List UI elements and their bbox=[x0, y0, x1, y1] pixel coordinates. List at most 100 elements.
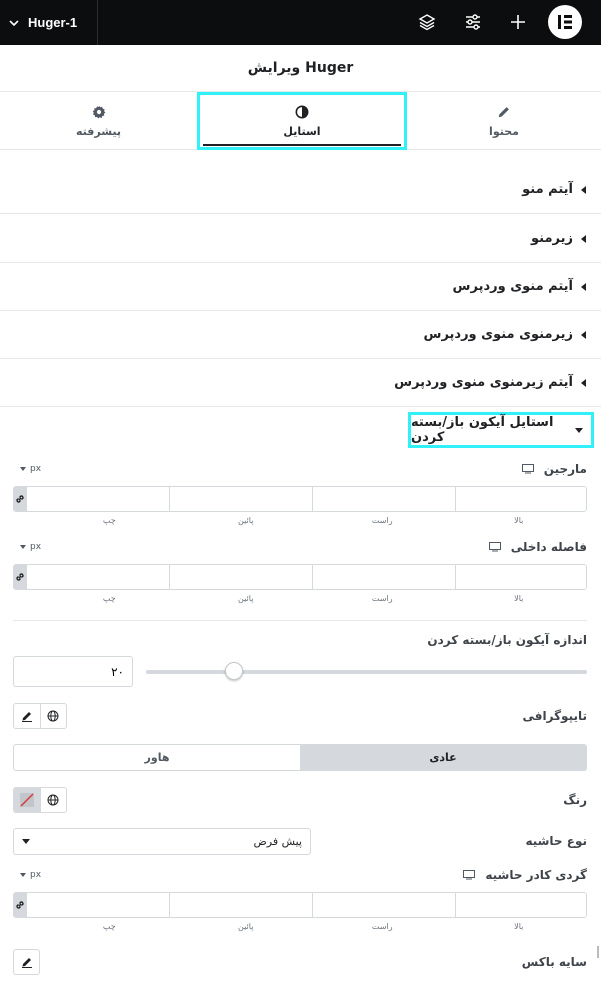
margin-label: مارجین bbox=[521, 462, 587, 476]
margin-bottom-input[interactable] bbox=[169, 487, 312, 511]
padding-top-input[interactable] bbox=[455, 565, 586, 589]
tab-content-label: محتوا bbox=[489, 124, 519, 138]
box-shadow-label-text: سایه باکس bbox=[521, 955, 587, 969]
margin-unit-selector[interactable]: px bbox=[20, 464, 41, 474]
link-icon bbox=[16, 573, 24, 581]
color-controls bbox=[13, 787, 67, 813]
sliders-icon bbox=[466, 14, 480, 30]
padding-unit-selector[interactable]: px bbox=[20, 542, 41, 552]
caption-left: چپ bbox=[102, 922, 116, 931]
section-label: آیتم منوی وردپرس bbox=[452, 279, 573, 294]
add-element-button[interactable] bbox=[506, 10, 530, 34]
chevron-down-icon bbox=[9, 19, 19, 26]
link-values-button[interactable] bbox=[14, 565, 26, 589]
link-values-button[interactable] bbox=[14, 487, 26, 511]
section-label: آیتم منو bbox=[522, 182, 573, 197]
gear-icon bbox=[92, 105, 105, 118]
tab-advanced[interactable]: پیشرفته bbox=[0, 92, 197, 150]
pencil-icon bbox=[21, 958, 32, 968]
global-typography-button[interactable] bbox=[39, 704, 66, 728]
section-wp-submenu[interactable]: زیرمنوی منوی وردپرس bbox=[0, 311, 601, 359]
tab-normal[interactable]: عادی bbox=[300, 745, 586, 770]
section-wp-submenu-item[interactable]: آیتم زیرمنوی منوی وردپرس bbox=[0, 359, 601, 407]
section-label: زیرمنو bbox=[531, 231, 573, 246]
tab-hover[interactable]: هاور bbox=[14, 745, 300, 770]
tab-style[interactable]: استایل bbox=[197, 92, 407, 150]
section-submenu[interactable]: زیرمنو bbox=[0, 215, 601, 263]
tab-content[interactable]: محتوا bbox=[407, 92, 601, 150]
desktop-icon[interactable] bbox=[521, 464, 534, 474]
icon-size-slider[interactable] bbox=[146, 670, 587, 674]
chevron-down-icon bbox=[20, 545, 26, 549]
desktop-icon[interactable] bbox=[488, 542, 501, 552]
padding-right-input[interactable] bbox=[312, 565, 455, 589]
link-icon bbox=[16, 901, 24, 909]
document-switcher[interactable]: Huger-1 bbox=[0, 0, 98, 45]
icon-size-input[interactable] bbox=[13, 656, 133, 687]
pencil-icon bbox=[21, 712, 32, 722]
desktop-icon[interactable] bbox=[463, 870, 476, 880]
border-type-value: پیش فرض bbox=[253, 835, 302, 848]
typography-label-text: تایپوگرافی bbox=[522, 709, 588, 723]
panel-scrollbar[interactable] bbox=[597, 946, 599, 958]
color-label-text: رنگ bbox=[563, 793, 587, 807]
globe-icon bbox=[47, 794, 59, 806]
state-switch: هاور عادی bbox=[13, 744, 587, 771]
caption-top: بالا bbox=[514, 594, 524, 603]
radius-bottom-input[interactable] bbox=[169, 893, 312, 917]
border-radius-label-text: گردی کادر حاشیه bbox=[485, 868, 587, 882]
unit-label: px bbox=[30, 542, 42, 552]
edit-box-shadow-button[interactable] bbox=[13, 949, 40, 975]
link-values-button[interactable] bbox=[14, 893, 26, 917]
section-label: آیتم زیرمنوی منوی وردپرس bbox=[394, 375, 573, 390]
box-shadow-label: سایه باکس bbox=[522, 955, 587, 969]
radius-right-input[interactable] bbox=[312, 893, 455, 917]
radius-top-input[interactable] bbox=[455, 893, 586, 917]
margin-dimensions bbox=[13, 486, 587, 512]
link-icon bbox=[16, 495, 24, 503]
caret-down-icon bbox=[575, 427, 583, 433]
border-radius-dimensions bbox=[13, 892, 587, 918]
chevron-down-icon bbox=[20, 873, 26, 877]
edit-typography-button[interactable] bbox=[14, 704, 40, 728]
icon-size-label: اندازه آیکون باز/بسته کردن bbox=[427, 633, 587, 647]
padding-label: فاصله داخلی bbox=[488, 540, 587, 554]
section-toggle-icon-style[interactable]: استایل آیکون باز/بسته کردن bbox=[408, 412, 594, 448]
section-menu-item[interactable]: آیتم منو bbox=[0, 166, 601, 214]
padding-left-input[interactable] bbox=[26, 565, 169, 589]
border-radius-side-captions: چپ پائین راست بالا bbox=[41, 922, 587, 931]
padding-bottom-input[interactable] bbox=[169, 565, 312, 589]
divider bbox=[13, 620, 587, 621]
icon-size-slider-handle[interactable] bbox=[225, 662, 244, 680]
margin-left-input[interactable] bbox=[26, 487, 169, 511]
section-label: استایل آیکون باز/بسته کردن bbox=[411, 415, 554, 445]
no-color-icon bbox=[19, 793, 34, 807]
color-label: رنگ bbox=[563, 793, 587, 807]
typography-label: تایپوگرافی bbox=[523, 709, 588, 723]
global-color-button[interactable] bbox=[39, 788, 66, 812]
caption-right: راست bbox=[371, 922, 393, 931]
site-settings-button[interactable] bbox=[461, 10, 485, 34]
structure-button[interactable] bbox=[415, 10, 439, 34]
section-label: زیرمنوی منوی وردپرس bbox=[423, 327, 574, 342]
caption-top: بالا bbox=[514, 516, 524, 525]
margin-top-input[interactable] bbox=[455, 487, 586, 511]
elementor-menu-button[interactable] bbox=[548, 5, 582, 39]
unit-label: px bbox=[30, 870, 42, 880]
color-picker-button[interactable] bbox=[14, 788, 40, 812]
margin-side-captions: چپ پائین راست بالا bbox=[41, 516, 587, 525]
margin-right-input[interactable] bbox=[312, 487, 455, 511]
layers-icon bbox=[418, 14, 436, 31]
caret-left-icon bbox=[581, 378, 586, 387]
radius-left-input[interactable] bbox=[26, 893, 169, 917]
border-type-select[interactable]: پیش فرض bbox=[13, 828, 311, 855]
caption-left: چپ bbox=[102, 516, 116, 525]
caption-right: راست bbox=[371, 516, 393, 525]
section-wp-menu-item[interactable]: آیتم منوی وردپرس bbox=[0, 263, 601, 311]
border-radius-unit-selector[interactable]: px bbox=[20, 870, 41, 880]
contrast-icon bbox=[295, 105, 309, 118]
globe-icon bbox=[47, 710, 59, 722]
chevron-down-icon bbox=[22, 839, 30, 844]
caret-left-icon bbox=[581, 330, 586, 339]
border-type-label: نوع حاشیه bbox=[525, 834, 587, 848]
